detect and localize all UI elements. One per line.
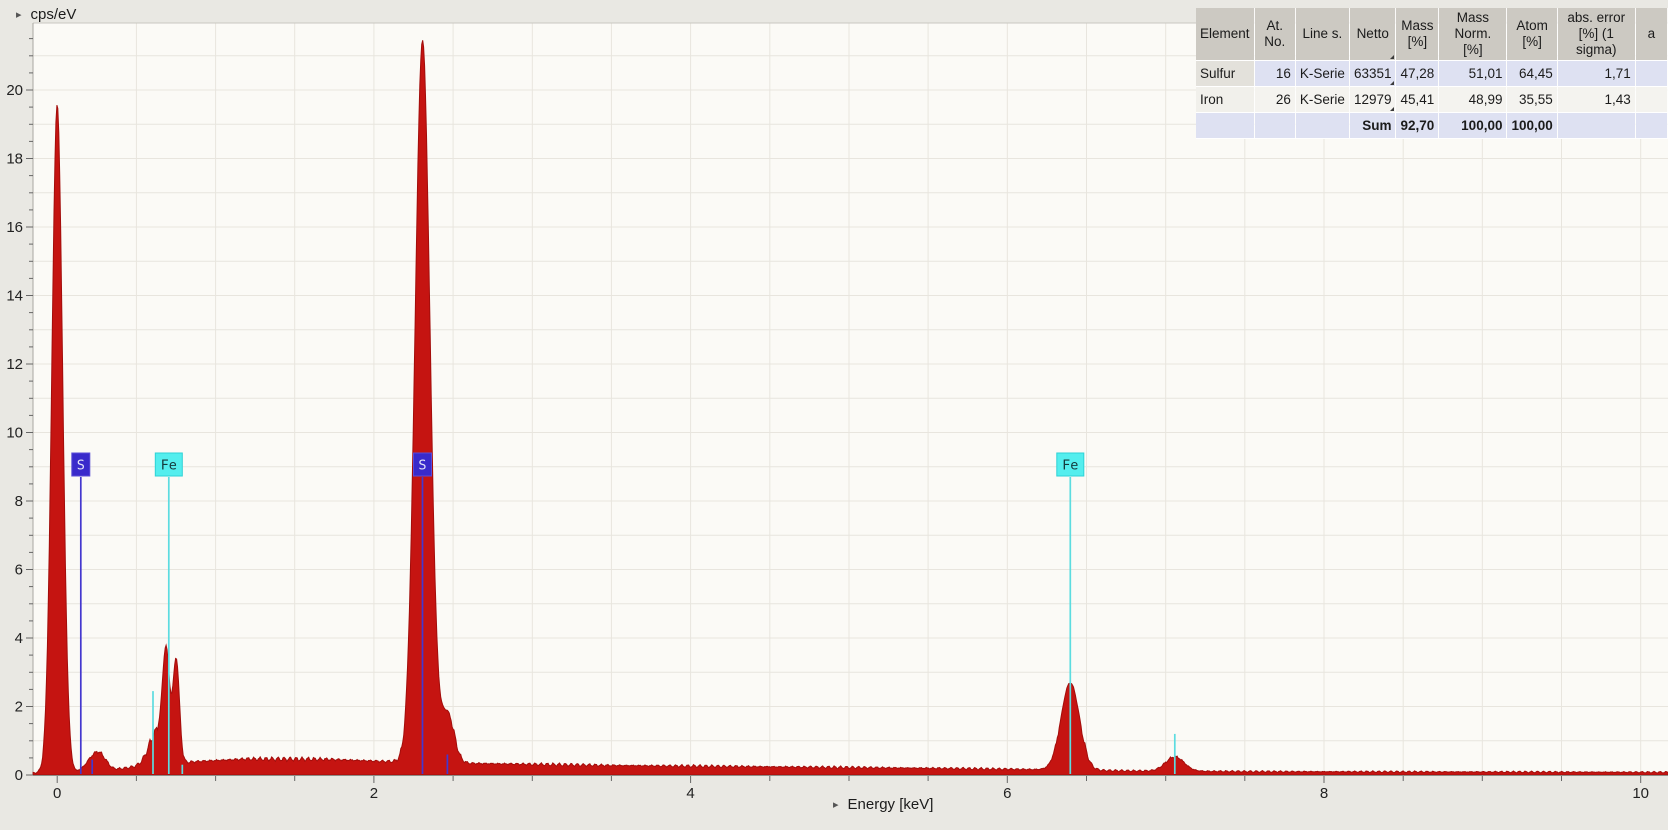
cell-err: 1,43 [1557,87,1635,113]
x-tick-label: 6 [1003,785,1011,802]
table-sum-row: Sum92,70100,00100,00 [1196,113,1668,139]
cell-atno: 26 [1254,87,1295,113]
sum-cell-element [1196,113,1254,139]
svg-text:Fe: Fe [1062,458,1078,474]
x-tick-label: 0 [53,785,61,802]
element-marker-Fe[interactable]: Fe [1057,453,1084,476]
y-tick-label: 20 [6,82,23,99]
col-header-err[interactable]: abs. error [%] (1 sigma) [1557,8,1635,61]
col-header-atno[interactable]: At. No. [1254,8,1295,61]
table-header-row: ElementAt. No.Line s.NettoMass [%]Mass N… [1196,8,1668,61]
element-marker-S[interactable]: S [414,453,432,476]
cell-mass: 45,41 [1396,87,1439,113]
x-axis-title: ▸ Energy [keV] [833,796,933,813]
col-header-cut[interactable]: a [1635,8,1667,61]
x-axis-title-label: Energy [keV] [848,796,934,813]
sum-cell-atom: 100,00 [1507,113,1557,139]
cell-line: K-Serie [1295,87,1349,113]
sum-cell-cut [1635,113,1667,139]
y-tick-label: 10 [6,425,23,442]
element-marker-Fe[interactable]: Fe [155,453,182,476]
cell-atom: 35,55 [1507,87,1557,113]
cell-err: 1,71 [1557,61,1635,87]
col-header-netto[interactable]: Netto [1349,8,1396,61]
cell-massnorm: 48,99 [1439,87,1507,113]
x-tick-label: 8 [1320,785,1328,802]
y-tick-label: 12 [6,356,23,373]
y-tick-label: 2 [15,699,23,716]
quantification-table: ElementAt. No.Line s.NettoMass [%]Mass N… [1196,8,1668,139]
table-row[interactable]: Iron26K-Serie1297945,4148,9935,551,43 [1196,87,1668,113]
sum-cell-err [1557,113,1635,139]
y-tick-label: 16 [6,219,23,236]
svg-text:S: S [418,458,426,474]
cell-element: Sulfur [1196,61,1254,87]
sum-cell-massnorm: 100,00 [1439,113,1507,139]
cell-atno: 16 [1254,61,1295,87]
cell-netto: 12979 [1349,87,1396,113]
svg-text:S: S [77,458,85,474]
y-tick-label: 6 [15,562,23,579]
y-tick-label: 0 [15,767,23,784]
y-axis-title: ▸ cps/eV [16,6,76,23]
sum-cell-atno [1254,113,1295,139]
eds-analysis-window: { "window": { "background": "#e9e8e3", "… [0,0,1668,830]
y-axis-title-label: cps/eV [31,6,77,23]
sum-cell-netto: Sum [1349,113,1396,139]
col-header-line[interactable]: Line s. [1295,8,1349,61]
y-tick-label: 8 [15,493,23,510]
axis-arrow-icon[interactable]: ▸ [833,798,839,811]
element-marker-S[interactable]: S [72,453,90,476]
col-header-mass[interactable]: Mass [%] [1396,8,1439,61]
col-header-atom[interactable]: Atom [%] [1507,8,1557,61]
cell-massnorm: 51,01 [1439,61,1507,87]
cell-mass: 47,28 [1396,61,1439,87]
table-row[interactable]: Sulfur16K-Serie6335147,2851,0164,451,71 [1196,61,1668,87]
y-tick-label: 4 [15,630,23,647]
cell-cut [1635,87,1667,113]
col-header-element[interactable]: Element [1196,8,1254,61]
cell-line: K-Serie [1295,61,1349,87]
cell-netto: 63351 [1349,61,1396,87]
cell-cut [1635,61,1667,87]
col-header-massnorm[interactable]: Mass Norm. [%] [1439,8,1507,61]
x-tick-label: 2 [370,785,378,802]
axis-arrow-icon[interactable]: ▸ [16,8,22,21]
x-tick-label: 4 [686,785,694,802]
svg-text:Fe: Fe [161,458,177,474]
cell-atom: 64,45 [1507,61,1557,87]
sum-cell-line [1295,113,1349,139]
sum-cell-mass: 92,70 [1396,113,1439,139]
x-tick-label: 10 [1632,785,1649,802]
cell-element: Iron [1196,87,1254,113]
y-tick-label: 14 [6,288,23,305]
y-tick-label: 18 [6,151,23,168]
